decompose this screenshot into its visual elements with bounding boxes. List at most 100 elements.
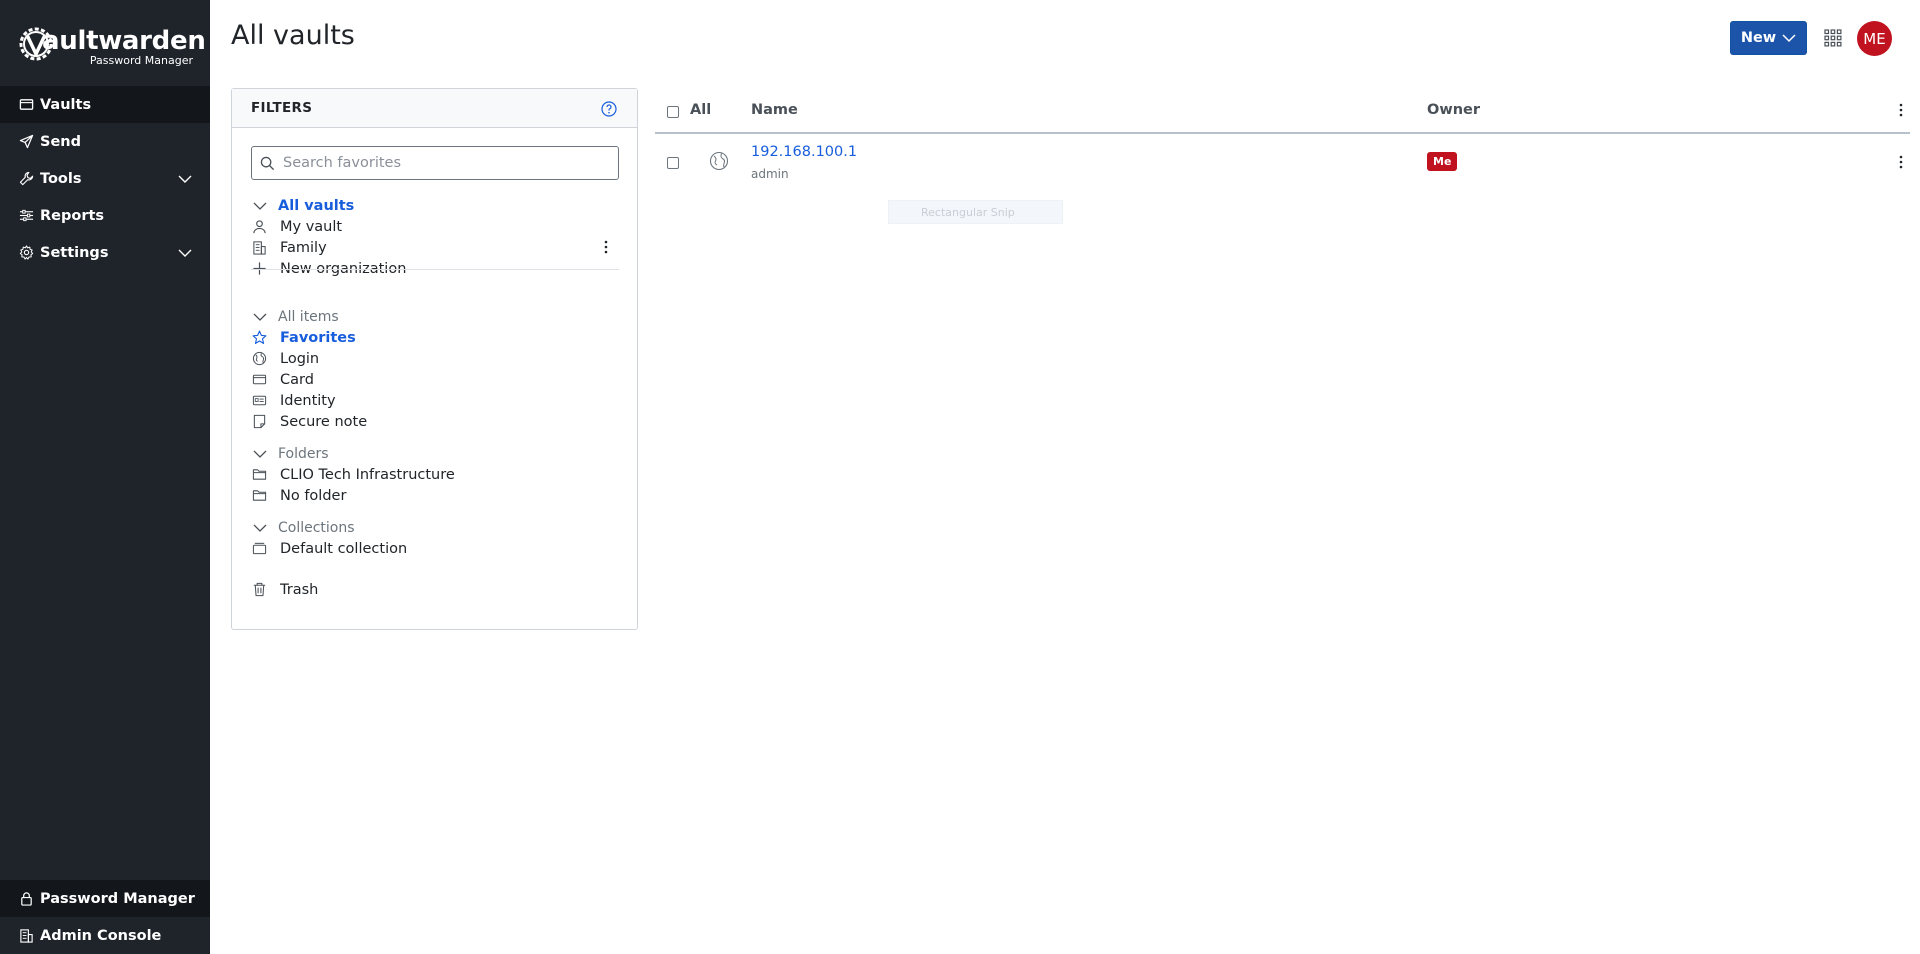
product-admin-console[interactable]: Admin Console	[0, 917, 210, 954]
filter-default-collection[interactable]: Default collection	[251, 538, 621, 559]
product-label: Admin Console	[40, 927, 162, 944]
filter-label: Family	[280, 239, 327, 256]
filters-divider	[251, 269, 619, 270]
filter-card[interactable]: Card	[251, 369, 621, 390]
folder-icon	[252, 490, 267, 501]
filter-label: Folders	[278, 445, 329, 462]
sidebar-item-send[interactable]: Send	[0, 123, 210, 160]
avatar[interactable]: ME	[1857, 21, 1892, 56]
new-button-label: New	[1740, 30, 1777, 46]
filter-label: My vault	[280, 218, 343, 235]
gear-icon	[19, 245, 34, 260]
sidebar-item-label: Reports	[40, 207, 105, 224]
globe-icon	[252, 351, 267, 366]
trash-filter-group: Trash	[251, 579, 621, 600]
filter-label: CLIO Tech Infrastructure	[280, 466, 455, 483]
vault-items-table: All Name Owner 192.168.100.1 admin Me	[655, 90, 1910, 192]
sidebar-item-settings[interactable]: Settings	[0, 234, 210, 271]
folder-filter-group: Folders CLIO Tech Infrastructure No fold…	[251, 443, 621, 506]
new-button[interactable]: New	[1730, 21, 1807, 55]
sidebar-item-vaults[interactable]: Vaults	[0, 86, 210, 123]
sidebar-nav: Vaults Send Tools Reports Settings	[0, 86, 210, 271]
lock-icon	[21, 892, 32, 906]
filter-secure-note[interactable]: Secure note	[251, 411, 621, 432]
star-icon	[252, 330, 267, 344]
business-icon	[253, 241, 266, 255]
filter-folder-clio[interactable]: CLIO Tech Infrastructure	[251, 464, 621, 485]
item-username: admin	[751, 167, 789, 181]
id-card-icon	[252, 395, 267, 406]
app-switcher-icon[interactable]	[1824, 29, 1842, 47]
select-all-checkbox[interactable]	[667, 106, 679, 118]
product-password-manager[interactable]: Password Manager	[0, 880, 210, 917]
chevron-down-icon	[253, 450, 267, 458]
chevron-down-icon	[178, 175, 192, 183]
row-checkbox[interactable]	[667, 157, 679, 169]
item-name-link[interactable]: 192.168.100.1	[751, 144, 857, 160]
filter-label: Card	[280, 371, 314, 388]
filter-my-vault[interactable]: My vault	[251, 216, 621, 237]
filter-collections[interactable]: Collections	[251, 517, 621, 538]
column-all: All	[690, 102, 712, 118]
sidebar-item-reports[interactable]: Reports	[0, 197, 210, 234]
folder-icon	[252, 469, 267, 480]
collection-filter-group: Collections Default collection	[251, 517, 621, 559]
sliders-icon	[19, 209, 34, 222]
filter-label: Secure note	[280, 413, 368, 430]
filter-all-items[interactable]: All items	[251, 306, 621, 327]
kebab-menu-icon[interactable]	[599, 240, 613, 254]
vaultwarden-logo[interactable]: aultwarden Password Manager	[18, 24, 206, 70]
chevron-down-icon	[1782, 34, 1796, 43]
logo-wordmark: aultwarden	[42, 26, 206, 56]
filter-label: All items	[278, 308, 339, 325]
filter-label: Identity	[280, 392, 336, 409]
filter-label: All vaults	[278, 197, 355, 214]
trash-icon	[253, 582, 266, 597]
chevron-down-icon	[253, 202, 267, 210]
chevron-down-icon	[253, 524, 267, 532]
collection-icon	[252, 542, 267, 555]
column-owner[interactable]: Owner	[1427, 102, 1480, 118]
filters-panel: FILTERS All vaults My vault Family New o…	[231, 88, 638, 630]
search-input[interactable]	[251, 146, 619, 180]
filter-family[interactable]: Family	[251, 237, 621, 258]
chevron-down-icon	[178, 249, 192, 257]
sidebar-item-tools[interactable]: Tools	[0, 160, 210, 197]
filters-title: FILTERS	[251, 100, 313, 116]
table-row[interactable]: 192.168.100.1 admin Me	[655, 134, 1910, 192]
filter-login[interactable]: Login	[251, 348, 621, 369]
filter-label: Collections	[278, 519, 355, 536]
sidebar-item-label: Tools	[40, 170, 82, 187]
sidebar-item-label: Vaults	[40, 96, 92, 113]
filter-favorites[interactable]: Favorites	[251, 327, 621, 348]
chevron-down-icon	[253, 313, 267, 321]
filter-identity[interactable]: Identity	[251, 390, 621, 411]
filter-label: Favorites	[280, 329, 356, 346]
product-label: Password Manager	[40, 890, 195, 907]
credit-card-icon	[252, 374, 267, 385]
filter-no-folder[interactable]: No folder	[251, 485, 621, 506]
filter-all-vaults[interactable]: All vaults	[251, 195, 621, 216]
kebab-menu-icon[interactable]	[1894, 155, 1908, 169]
filter-folders[interactable]: Folders	[251, 443, 621, 464]
search-icon	[260, 156, 275, 170]
snip-label: Rectangular Snip	[921, 205, 1015, 219]
help-icon[interactable]	[601, 101, 617, 117]
type-filter-group: All items Favorites Login Card Identity …	[251, 306, 621, 432]
sidebar-item-label: Settings	[40, 244, 109, 261]
filter-trash[interactable]: Trash	[251, 579, 621, 600]
vault-icon	[19, 99, 34, 110]
logo-subtitle: Password Manager	[89, 54, 193, 67]
column-name[interactable]: Name	[751, 102, 798, 118]
product-switcher: Password Manager Admin Console	[0, 880, 210, 954]
filters-header: FILTERS	[232, 89, 637, 128]
filter-label: Default collection	[280, 540, 408, 557]
user-icon	[253, 220, 266, 234]
sidebar: aultwarden Password Manager Vaults Send …	[0, 0, 210, 954]
search-field[interactable]	[283, 155, 613, 171]
sticky-note-icon	[253, 414, 266, 429]
vault-filter-group: All vaults My vault Family New organizat…	[251, 195, 621, 279]
business-icon	[20, 929, 33, 943]
kebab-menu-icon[interactable]	[1894, 103, 1908, 117]
page-title: All vaults	[231, 20, 355, 51]
